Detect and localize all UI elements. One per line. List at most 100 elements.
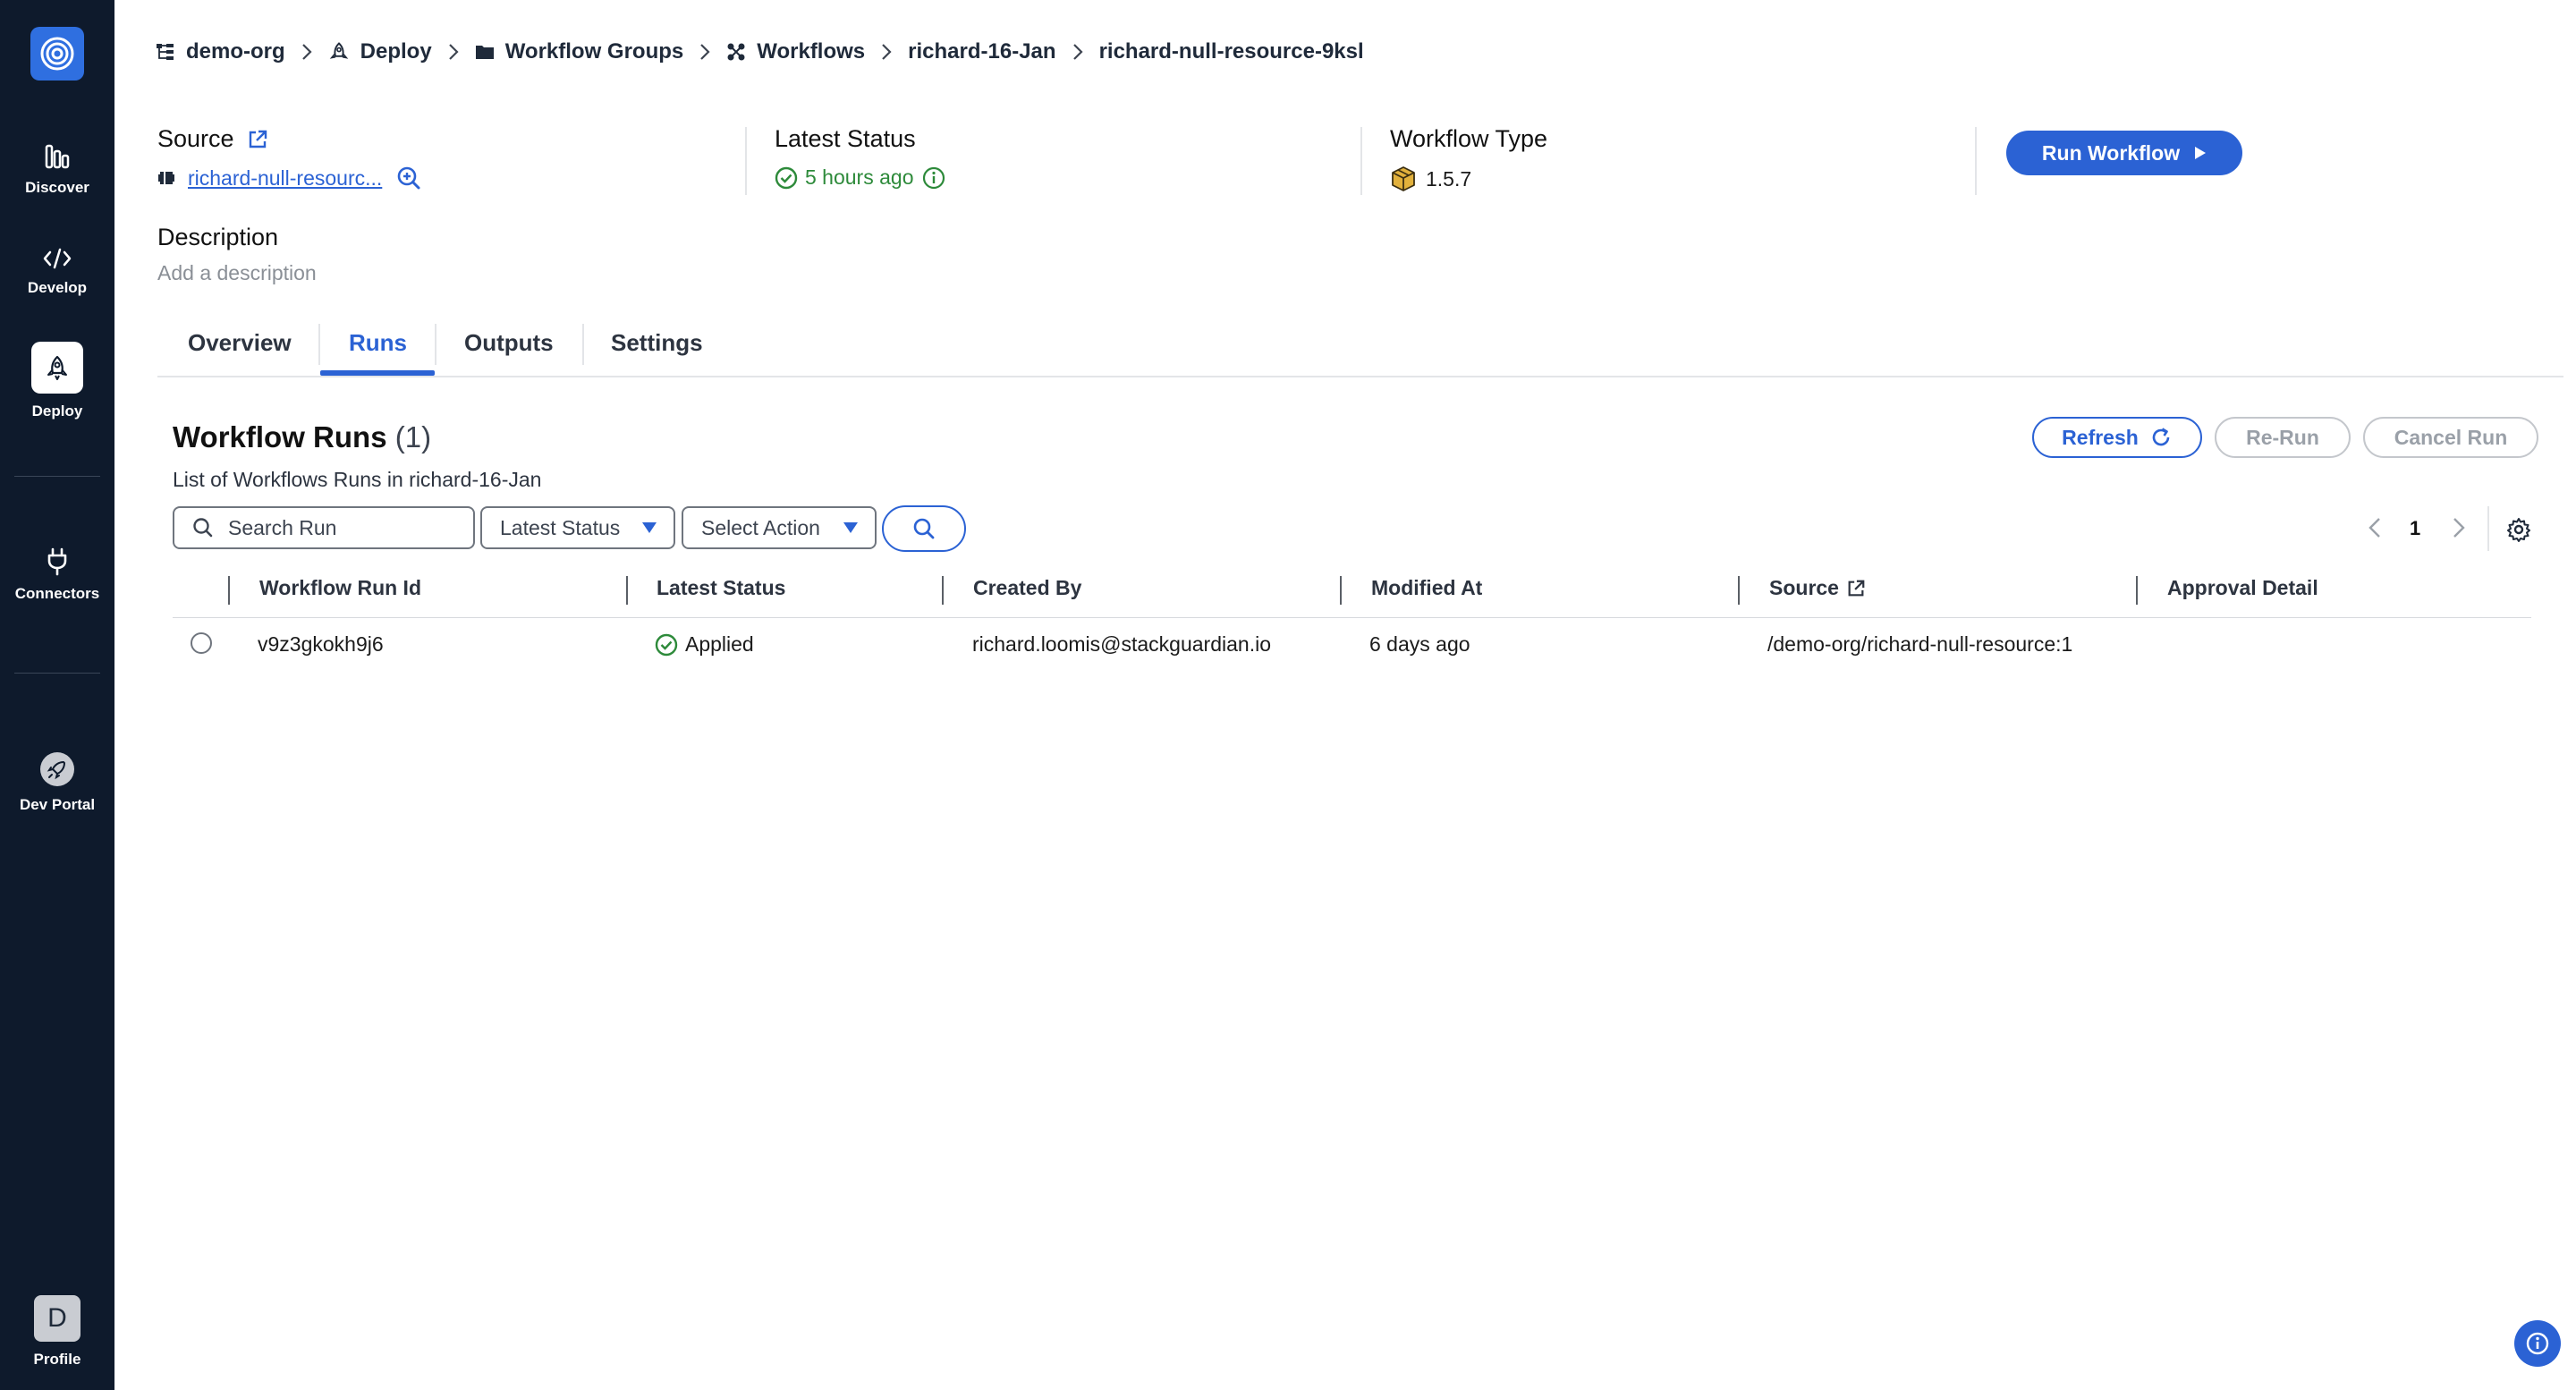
sidebar-divider xyxy=(14,673,100,674)
sidebar-item-connectors[interactable]: Connectors xyxy=(0,547,114,603)
avatar: D xyxy=(34,1295,80,1342)
breadcrumb-item-deploy[interactable]: Deploy xyxy=(328,39,432,64)
rocket-circle-icon xyxy=(0,751,114,787)
search-icon xyxy=(912,517,936,540)
play-icon xyxy=(2194,146,2207,160)
rerun-button[interactable]: Re-Run xyxy=(2215,417,2351,458)
next-page-icon[interactable] xyxy=(2453,517,2465,538)
description-field[interactable]: Add a description xyxy=(157,261,317,285)
breadcrumb-label: Workflows xyxy=(757,39,866,64)
select-action-select[interactable]: Select Action xyxy=(682,506,877,549)
tab-settings[interactable]: Settings xyxy=(611,329,703,357)
check-circle-icon xyxy=(655,633,678,657)
tab-outputs[interactable]: Outputs xyxy=(464,329,554,357)
breadcrumb-item-workflow-groups[interactable]: Workflow Groups xyxy=(475,39,684,64)
run-created-by: richard.loomis@stackguardian.io xyxy=(972,632,1271,656)
app-logo[interactable] xyxy=(30,27,84,81)
run-workflow-button[interactable]: Run Workflow xyxy=(2006,131,2242,175)
chevron-right-icon xyxy=(1072,43,1083,61)
latest-status-info: Latest Status 5 hours ago xyxy=(775,125,945,190)
column-header-latest-status[interactable]: Latest Status xyxy=(657,576,785,600)
breadcrumb-label: Workflow Groups xyxy=(504,39,684,64)
table-header-divider xyxy=(173,617,2531,618)
column-header-source[interactable]: Source xyxy=(1769,576,1866,600)
latest-status-label: Latest Status xyxy=(775,125,916,152)
sidebar-item-label: Deploy xyxy=(31,403,83,420)
search-button[interactable] xyxy=(882,505,966,552)
run-status-label: Applied xyxy=(685,632,754,656)
sidebar-item-deploy[interactable]: Deploy xyxy=(0,342,114,420)
run-id-link[interactable]: v9z3gkokh9j6 xyxy=(258,632,384,657)
sidebar-item-label: Connectors xyxy=(14,585,100,602)
column-header-created-by[interactable]: Created By xyxy=(973,576,1081,600)
runs-count: (1) xyxy=(394,420,432,453)
info-divider xyxy=(1975,127,1977,195)
sidebar-item-profile[interactable]: D Profile xyxy=(0,1295,114,1369)
sidebar-item-dev-portal[interactable]: Dev Portal xyxy=(0,751,114,814)
search-icon xyxy=(192,517,214,538)
pager-divider xyxy=(2487,506,2489,551)
org-tree-icon xyxy=(156,42,175,62)
column-header-run-id[interactable]: Workflow Run Id xyxy=(259,576,421,600)
column-separator xyxy=(2136,576,2138,605)
breadcrumb-label: richard-null-resource-9ksl xyxy=(1098,39,1364,64)
breadcrumb-item-group[interactable]: richard-16-Jan xyxy=(908,39,1055,64)
page-number[interactable]: 1 xyxy=(2410,517,2420,540)
latest-status-select[interactable]: Latest Status xyxy=(480,506,675,549)
search-input[interactable]: Search Run xyxy=(173,506,475,549)
rocket-icon xyxy=(31,342,83,394)
gear-icon[interactable] xyxy=(2506,517,2531,542)
breadcrumb-label: demo-org xyxy=(186,39,285,64)
repo-icon xyxy=(157,170,175,186)
source-link[interactable]: richard-null-resourc... xyxy=(188,166,382,191)
breadcrumb-item-workflows[interactable]: Workflows xyxy=(726,39,865,64)
run-source-link[interactable]: /demo-org/richard-null-resource:1 xyxy=(1767,632,2072,657)
external-link-icon xyxy=(1846,579,1866,598)
tab-separator xyxy=(435,324,436,365)
run-modified-at: 6 days ago xyxy=(1369,632,1470,656)
refresh-button[interactable]: Refresh xyxy=(2032,417,2202,458)
column-separator xyxy=(228,576,230,605)
run-status: Applied xyxy=(655,632,754,657)
zoom-in-icon[interactable] xyxy=(396,165,421,191)
runs-subtitle: List of Workflows Runs in richard-16-Jan xyxy=(173,468,542,491)
column-separator xyxy=(626,576,628,605)
sidebar-item-discover[interactable]: Discover xyxy=(0,143,114,197)
workflow-type-value: 1.5.7 xyxy=(1426,166,1472,191)
info-icon xyxy=(2525,1331,2550,1356)
column-separator xyxy=(942,576,944,605)
info-icon[interactable] xyxy=(922,166,945,190)
sidebar-item-develop[interactable]: Develop xyxy=(0,247,114,297)
chevron-right-icon xyxy=(448,43,459,61)
caret-down-icon xyxy=(641,521,657,534)
workflows-icon xyxy=(726,42,746,62)
breadcrumb-item-current: richard-null-resource-9ksl xyxy=(1099,39,1364,64)
caret-down-icon xyxy=(843,521,859,534)
runs-title: Workflow Runs (1) xyxy=(173,420,431,454)
sidebar-divider xyxy=(14,476,100,477)
row-select-radio[interactable] xyxy=(191,632,212,654)
description-title: Description xyxy=(157,224,279,250)
source-label: Source xyxy=(157,125,234,152)
check-circle-icon xyxy=(775,166,798,190)
sidebar-item-label: Profile xyxy=(33,1351,81,1368)
breadcrumb: demo-org Deploy Workflow Groups Workflow… xyxy=(156,36,1364,68)
logo-rings-icon xyxy=(40,37,74,71)
select-action-label: Select Action xyxy=(701,515,820,539)
cancel-run-button[interactable]: Cancel Run xyxy=(2363,417,2538,458)
sidebar-item-label: Develop xyxy=(27,279,88,296)
search-placeholder: Search Run xyxy=(228,515,337,539)
column-header-modified-at[interactable]: Modified At xyxy=(1371,576,1482,600)
prev-page-icon[interactable] xyxy=(2368,517,2381,538)
plug-icon xyxy=(0,547,114,576)
workflow-type-info: Workflow Type 1.5.7 xyxy=(1390,125,1547,192)
breadcrumb-item-org[interactable]: demo-org xyxy=(156,39,285,64)
help-button[interactable] xyxy=(2514,1320,2561,1367)
tab-runs[interactable]: Runs xyxy=(349,329,407,357)
tab-overview[interactable]: Overview xyxy=(188,329,292,357)
tab-separator xyxy=(582,324,584,365)
bar-chart-icon xyxy=(0,143,114,170)
runs-title-text: Workflow Runs xyxy=(173,420,387,453)
external-link-icon[interactable] xyxy=(247,129,268,150)
column-header-approval-detail[interactable]: Approval Detail xyxy=(2167,576,2318,600)
